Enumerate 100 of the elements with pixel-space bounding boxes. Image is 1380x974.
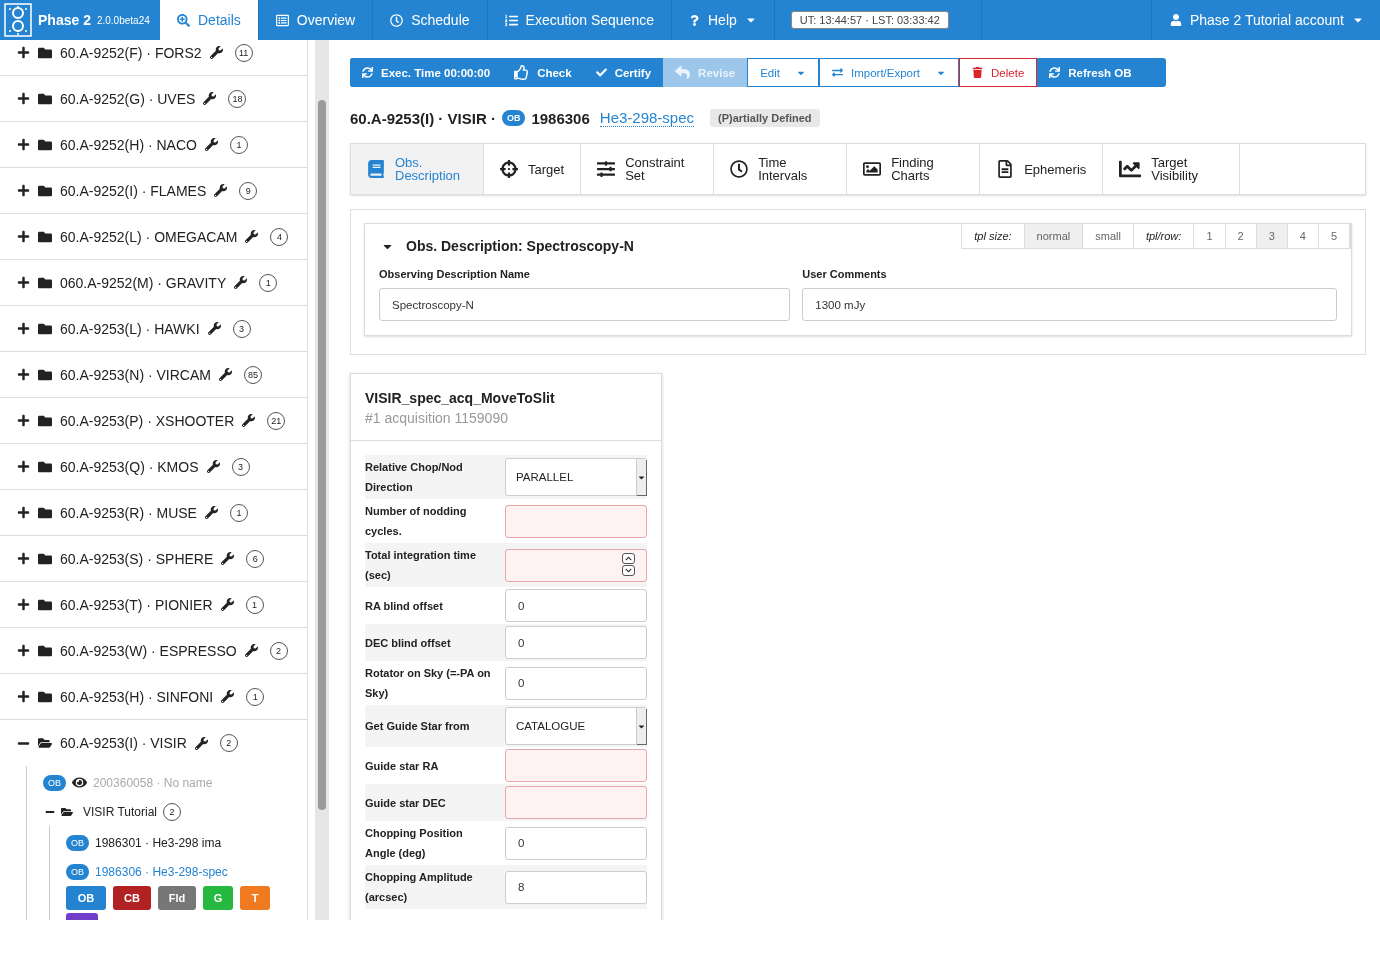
expand-icon[interactable] [17, 460, 30, 473]
wrench-icon[interactable] [245, 230, 259, 243]
scrollbar[interactable] [315, 40, 329, 920]
expand-icon[interactable] [17, 552, 30, 565]
run-label[interactable]: 60.A-9253(I) · VISIR [60, 735, 187, 751]
parameter-label: Guide star RA [365, 758, 440, 774]
wrench-icon[interactable] [194, 736, 208, 750]
wrench-icon[interactable] [221, 552, 235, 565]
input-field[interactable]: 0 [505, 626, 647, 659]
help-menu[interactable]: Help [672, 0, 775, 40]
tree-item[interactable]: 1986306 · He3-298-spec [95, 864, 228, 879]
expand-icon[interactable] [17, 506, 30, 519]
run-label[interactable]: 60.A-9252(L) · OMEGACAM [60, 228, 238, 245]
check-icon [595, 67, 607, 78]
expand-icon[interactable] [17, 92, 30, 105]
toolbar-button[interactable]: Delete [959, 58, 1038, 87]
ob-tab[interactable]: Finding Charts [847, 144, 981, 194]
wrench-icon[interactable] [203, 92, 217, 105]
up-icon[interactable] [625, 554, 632, 562]
ob-tab[interactable]: Time Intervals [714, 144, 848, 194]
expand-icon[interactable] [17, 46, 30, 59]
folder-label[interactable]: VISIR Tutorial [83, 804, 158, 819]
wrench-icon[interactable] [218, 368, 232, 381]
expand-icon[interactable] [17, 322, 30, 335]
expand-icon[interactable] [17, 414, 30, 427]
wrench-icon[interactable] [220, 598, 234, 611]
run-label[interactable]: 60.A-9253(T) · PIONIER [60, 596, 213, 613]
expand-icon[interactable] [17, 230, 30, 243]
row-option[interactable]: 1 [1194, 224, 1226, 248]
expand-icon[interactable] [17, 276, 30, 289]
run-label[interactable]: 60.A-9252(G) · UVES [60, 90, 196, 107]
run-label[interactable]: 60.A-9253(Q) · KMOS [60, 458, 199, 475]
list-icon [275, 13, 289, 27]
folder-icon [38, 689, 52, 704]
run-label[interactable]: 60.A-9253(L) · HAWKI [60, 320, 200, 337]
row-option[interactable]: 4 [1287, 224, 1319, 248]
toolbar-button[interactable]: Import/Export [819, 58, 960, 87]
input-field[interactable] [505, 749, 647, 782]
ob-tab[interactable]: Target [484, 144, 582, 194]
nav-tab[interactable]: Schedule [373, 0, 488, 40]
wrench-icon[interactable] [214, 184, 228, 197]
nav-tab[interactable]: Details [160, 0, 259, 40]
input-field[interactable] [505, 786, 647, 819]
add-button[interactable]: CB [113, 886, 151, 910]
wrench-icon[interactable] [209, 46, 223, 59]
wrench-icon[interactable] [204, 138, 218, 151]
run-label[interactable]: 60.A-9253(W) · ESPRESSO [60, 642, 237, 659]
wrench-icon[interactable] [234, 276, 248, 289]
expand-icon[interactable] [17, 138, 30, 151]
down-icon[interactable] [625, 566, 632, 574]
expand-icon[interactable] [17, 184, 30, 197]
wrench-icon[interactable] [207, 322, 221, 335]
size-option[interactable]: normal [1024, 224, 1084, 248]
add-button[interactable]: Fld [158, 886, 196, 910]
text-field[interactable]: 1300 mJy [802, 288, 1337, 321]
run-label[interactable]: 60.A-9253(S) · SPHERE [60, 550, 214, 567]
run-label[interactable]: 60.A-9253(H) · SINFONI [60, 688, 214, 705]
parameter-label: Total integration time (sec) [365, 548, 478, 583]
add-button[interactable]: OB [66, 886, 106, 910]
input-field[interactable]: 0 [505, 589, 647, 622]
select-field[interactable]: CATALOGUE [505, 707, 647, 745]
run-label[interactable]: 060.A-9252(M) · GRAVITY [60, 274, 227, 291]
ob-name-link[interactable]: He3-298-spec [599, 109, 694, 127]
row-option[interactable]: 2 [1225, 224, 1257, 248]
ob-tab[interactable]: Ephemeris [980, 144, 1104, 194]
wrench-icon[interactable] [242, 414, 256, 427]
expand-icon[interactable] [17, 368, 30, 381]
tree-item[interactable]: 1986301 · He3-298 ima [95, 835, 222, 850]
number-field[interactable] [505, 548, 647, 582]
row-option[interactable]: 5 [1318, 224, 1350, 248]
text-field[interactable]: Spectroscopy-N [379, 288, 791, 321]
run-label[interactable]: 60.A-9253(R) · MUSE [60, 504, 197, 521]
ob-badge: OB [43, 774, 66, 791]
size-option[interactable]: small [1083, 224, 1134, 248]
wrench-icon[interactable] [244, 644, 258, 657]
run-label[interactable]: 60.A-9252(I) · FLAMES [60, 182, 207, 199]
select-field[interactable]: PARALLEL [505, 458, 647, 496]
ob-tab[interactable]: Constraint Set [581, 144, 715, 194]
toolbar-button[interactable]: Edit [747, 58, 819, 87]
input-field[interactable]: 0 [505, 666, 647, 700]
row-option[interactable]: 3 [1256, 224, 1288, 248]
folder-icon [38, 229, 52, 244]
input-field[interactable]: 8 [505, 870, 647, 904]
nav-tab[interactable]: Execution Sequence [487, 0, 672, 40]
expand-icon[interactable] [17, 598, 30, 611]
input-field[interactable] [505, 504, 647, 538]
wrench-icon[interactable] [221, 690, 235, 703]
account-menu[interactable]: Phase 2 Tutorial account [1150, 0, 1380, 40]
ob-tab[interactable]: Target Visibility [1103, 144, 1241, 194]
run-label[interactable]: 60.A-9252(H) · NACO [60, 136, 197, 153]
input-field[interactable]: 0 [505, 826, 647, 860]
wrench-icon[interactable] [204, 506, 218, 519]
wrench-icon[interactable] [206, 460, 220, 473]
run-label[interactable]: 60.A-9253(P) · XSHOOTER [60, 412, 235, 429]
expand-icon[interactable] [17, 690, 30, 703]
ob-tab[interactable]: Obs. Description [351, 144, 484, 194]
run-label[interactable]: 60.A-9253(N) · VIRCAM [60, 366, 211, 383]
run-label[interactable]: 60.A-9252(F) · FORS2 [60, 44, 202, 61]
parameter-label: Number of nodding cycles. [365, 504, 468, 539]
expand-icon[interactable] [17, 644, 30, 657]
